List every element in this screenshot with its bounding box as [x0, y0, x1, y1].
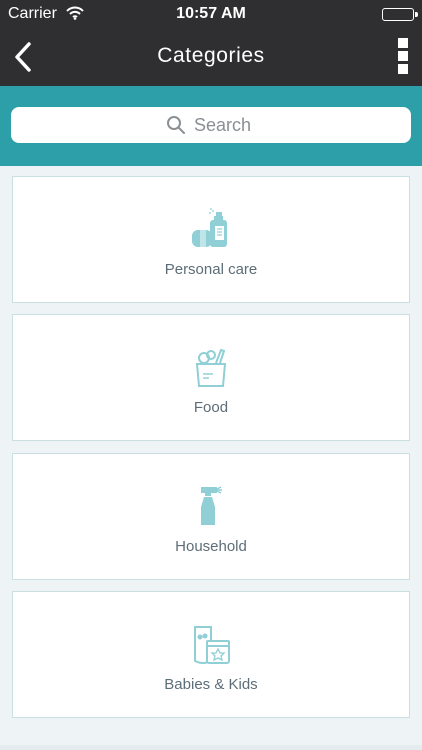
personal-care-icon: [192, 208, 227, 247]
category-card-food[interactable]: Food: [12, 314, 410, 441]
page-title: Categories: [157, 44, 265, 67]
search-box[interactable]: [11, 107, 411, 143]
category-card-babies-kids[interactable]: Babies & Kids: [12, 591, 410, 718]
category-card-household[interactable]: Household: [12, 453, 410, 580]
category-label: Personal care: [164, 261, 258, 278]
battery-icon: [382, 8, 418, 21]
baby-products-icon: [194, 626, 230, 664]
more-options-button[interactable]: [396, 38, 410, 76]
more-vertical-icon: [398, 38, 408, 48]
status-time: 10:57 AM: [176, 5, 246, 22]
category-label: Babies & Kids: [164, 676, 258, 693]
back-button[interactable]: [10, 40, 40, 74]
navigation-bar: Categories: [0, 28, 422, 86]
category-label: Food: [193, 399, 229, 416]
spray-bottle-icon: [201, 486, 222, 525]
category-card-personal-care[interactable]: Personal care: [12, 176, 410, 303]
status-bar: Carrier 10:57 AM: [0, 0, 422, 28]
search-icon: [167, 116, 185, 134]
bottom-edge: [0, 745, 422, 750]
search-bar-container: [0, 86, 422, 166]
category-label: Household: [175, 538, 247, 555]
grocery-bag-icon: [195, 348, 227, 387]
search-input[interactable]: [194, 114, 256, 136]
chevron-left-icon: [15, 42, 31, 72]
